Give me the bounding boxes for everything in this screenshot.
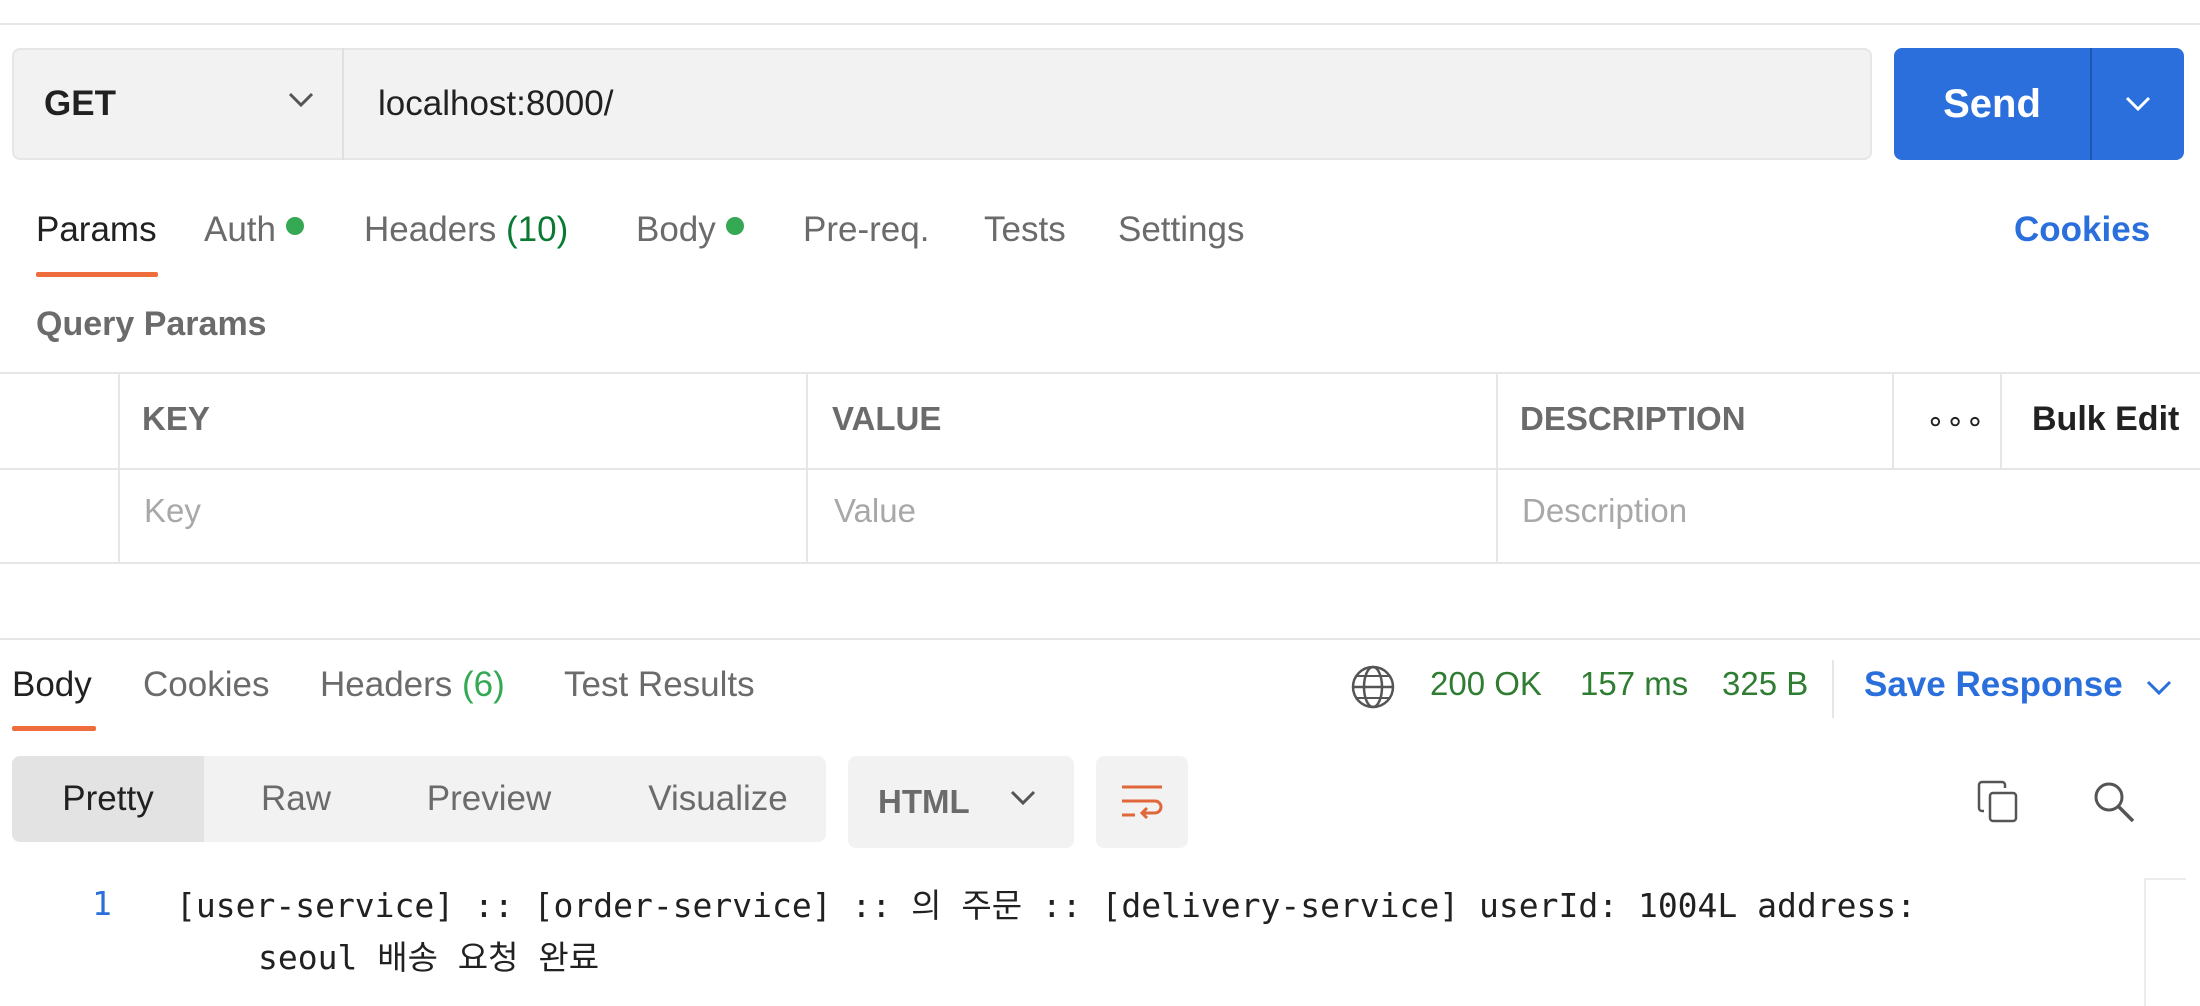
wrap-lines-button[interactable] xyxy=(1096,756,1188,848)
tab-tests-label: Tests xyxy=(984,210,1066,249)
tab-headers-label: Headers xyxy=(364,210,497,249)
headers-count: (10) xyxy=(506,210,569,249)
response-tab-headers-label: Headers xyxy=(320,665,453,704)
query-params-label: Query Params xyxy=(36,305,267,343)
column-header-description: DESCRIPTION xyxy=(1520,400,1746,437)
chevron-down-icon xyxy=(288,92,314,108)
view-mode-visualize[interactable]: Visualize xyxy=(610,756,826,842)
copy-button[interactable] xyxy=(1968,772,2028,832)
meta-divider xyxy=(1832,660,1834,718)
chevron-down-icon xyxy=(2125,96,2151,112)
status-dot xyxy=(286,216,304,235)
tab-body[interactable]: Body xyxy=(636,210,744,250)
globe-icon[interactable] xyxy=(1350,664,1396,710)
col-divider xyxy=(806,372,808,564)
view-mode-pretty[interactable]: Pretty xyxy=(12,756,204,842)
method-label: GET xyxy=(44,84,116,123)
description-input[interactable]: Description xyxy=(1522,492,1687,530)
tab-params-label: Params xyxy=(36,210,157,249)
method-select[interactable]: GET xyxy=(12,48,344,160)
top-divider xyxy=(0,23,2200,25)
tab-prereq[interactable]: Pre-req. xyxy=(803,210,929,250)
response-divider xyxy=(0,638,2200,640)
code-line-wrap: seoul 배송 요청 완료 xyxy=(258,938,600,977)
status-code[interactable]: 200 OK xyxy=(1430,665,1542,703)
chevron-down-icon xyxy=(1010,790,1036,806)
col-divider xyxy=(1496,372,1498,564)
tab-prereq-label: Pre-req. xyxy=(803,210,930,249)
column-header-value: VALUE xyxy=(832,400,942,437)
response-tab-cookies[interactable]: Cookies xyxy=(143,665,269,705)
cookies-link[interactable]: Cookies xyxy=(2014,210,2150,250)
save-response-label: Save Response xyxy=(1864,665,2123,704)
tab-auth[interactable]: Auth xyxy=(204,210,304,250)
send-options-button[interactable] xyxy=(2092,48,2184,160)
save-response-button[interactable]: Save Response xyxy=(1864,665,2172,705)
response-tab-body[interactable]: Body xyxy=(12,665,92,705)
tab-body-label: Body xyxy=(636,210,716,249)
tab-auth-label: Auth xyxy=(204,210,276,249)
table-header-border xyxy=(0,468,2200,470)
view-mode-preview[interactable]: Preview xyxy=(396,756,582,842)
table-top-border xyxy=(0,372,2200,374)
tab-headers[interactable]: Headers (10) xyxy=(364,210,568,250)
wrap-lines-icon xyxy=(1122,785,1163,820)
more-options-icon[interactable]: ∘∘∘ xyxy=(1926,404,1985,439)
response-tab-headers[interactable]: Headers (6) xyxy=(320,665,505,705)
tab-settings-label: Settings xyxy=(1118,210,1245,249)
format-select[interactable]: HTML xyxy=(848,756,1074,848)
url-input[interactable]: localhost:8000/ xyxy=(378,48,613,160)
status-dot xyxy=(725,216,744,235)
format-label: HTML xyxy=(878,783,970,820)
search-icon xyxy=(2094,782,2135,823)
response-headers-count: (6) xyxy=(462,665,505,704)
response-time[interactable]: 157 ms xyxy=(1580,665,1688,703)
response-size[interactable]: 325 B xyxy=(1722,665,1808,703)
bulk-edit-button[interactable]: Bulk Edit xyxy=(2032,400,2179,439)
send-button-group: Send xyxy=(1894,48,2184,160)
value-input[interactable]: Value xyxy=(834,492,916,530)
search-button[interactable] xyxy=(2084,772,2144,832)
line-number: 1 xyxy=(92,884,112,923)
table-bottom-border xyxy=(0,562,2200,564)
tab-settings[interactable]: Settings xyxy=(1118,210,1244,250)
col-divider xyxy=(118,372,120,564)
response-tab-test-results[interactable]: Test Results xyxy=(564,665,755,705)
response-body-text[interactable]: [user-service] :: [order-service] :: 의 주… xyxy=(176,880,2006,984)
chevron-down-icon xyxy=(2147,680,2172,696)
column-header-key: KEY xyxy=(142,400,210,437)
col-divider xyxy=(2000,372,2002,468)
key-input[interactable]: Key xyxy=(144,492,201,530)
scrollbar[interactable] xyxy=(2144,878,2186,1006)
tab-params[interactable]: Params xyxy=(36,210,157,250)
copy-icon xyxy=(1977,780,2018,823)
send-button[interactable]: Send xyxy=(1894,48,2090,160)
active-tab-underline xyxy=(36,272,158,277)
col-divider xyxy=(1892,372,1894,468)
tab-tests[interactable]: Tests xyxy=(984,210,1066,250)
view-mode-toggle: Pretty Raw Preview Visualize xyxy=(12,756,826,842)
active-tab-underline xyxy=(12,726,96,731)
view-mode-raw[interactable]: Raw xyxy=(226,756,366,842)
code-line: [user-service] :: [order-service] :: 의 주… xyxy=(176,886,1917,925)
